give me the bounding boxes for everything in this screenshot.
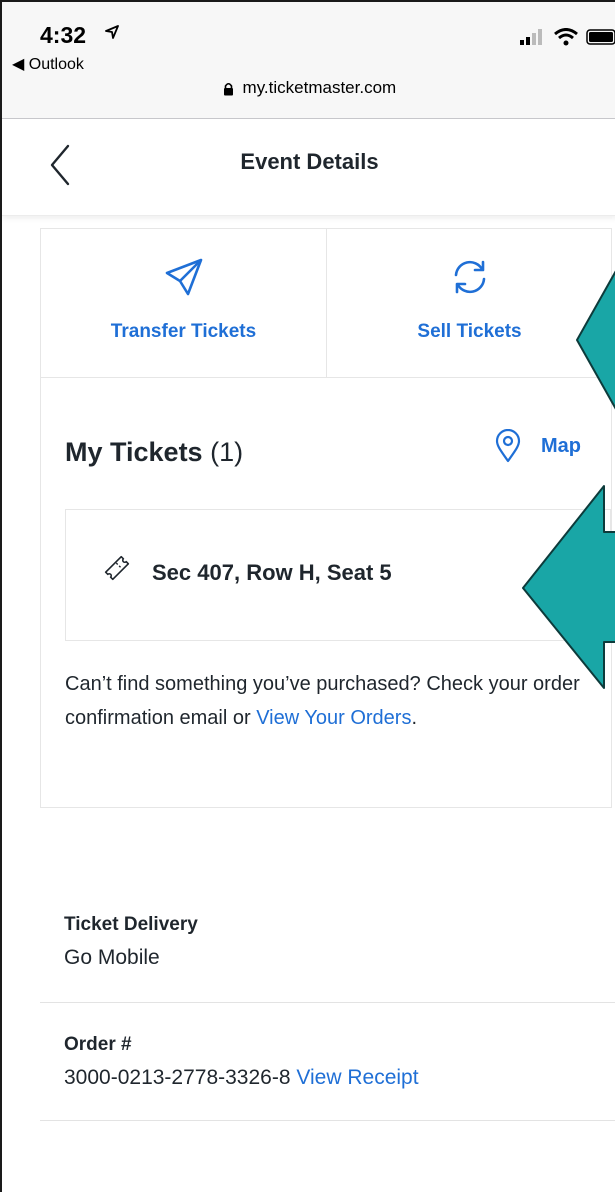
annotation-arrow-bottom <box>522 485 615 689</box>
page-header: Event Details <box>2 119 615 216</box>
order-section: Order # 3000-0213-2778-3326-8 View Recei… <box>64 1034 615 1090</box>
help-text-end: . <box>411 707 418 729</box>
divider <box>40 1002 615 1003</box>
order-value: 3000-0213-2778-3326-8 View Receipt <box>64 1066 615 1090</box>
refresh-cycle-icon <box>454 260 485 294</box>
order-label: Order # <box>64 1034 132 1055</box>
ticket-seat-label: Sec 407, Row H, Seat 5 <box>152 560 392 585</box>
lock-icon <box>223 82 233 96</box>
status-icons <box>520 28 615 46</box>
back-to-app-link[interactable]: ◀ Outlook <box>12 54 84 74</box>
map-link[interactable]: Map <box>495 429 581 463</box>
url-bar[interactable]: my.ticketmaster.com <box>2 78 615 98</box>
view-receipt-link[interactable]: View Receipt <box>296 1066 418 1089</box>
battery-icon <box>586 29 615 45</box>
browser-chrome: 4:32 ◀ Outlook my.ticketmaster.com <box>2 2 615 119</box>
url-text: my.ticketmaster.com <box>242 78 397 97</box>
location-arrow-icon <box>105 25 119 39</box>
ticket-delivery-label: Ticket Delivery <box>64 914 198 935</box>
phone-screen: 4:32 ◀ Outlook my.ticketmaster.com Event… <box>0 0 615 1192</box>
divider <box>40 1120 615 1121</box>
wifi-icon <box>554 28 578 46</box>
annotation-arrow-top <box>576 270 615 410</box>
transfer-tickets-label: Transfer Tickets <box>110 321 257 342</box>
signal-icon <box>520 29 542 45</box>
help-text: Can’t find something you’ve purchased? C… <box>65 667 595 735</box>
map-pin-icon <box>495 429 521 463</box>
page-title: Event Details <box>240 149 379 174</box>
ticket-actions: Transfer Tickets Sell Tickets <box>41 229 611 378</box>
sell-tickets-button[interactable]: Sell Tickets <box>327 229 612 377</box>
view-your-orders-link[interactable]: View Your Orders <box>256 707 411 729</box>
map-label: Map <box>541 434 581 457</box>
ticket-delivery-section: Ticket Delivery Go Mobile <box>64 914 615 970</box>
my-tickets-title: My Tickets <box>65 437 203 467</box>
ticket-icon <box>104 555 130 581</box>
paper-plane-icon <box>165 258 202 296</box>
ticket-delivery-value: Go Mobile <box>64 946 160 969</box>
sell-tickets-label: Sell Tickets <box>417 321 522 342</box>
order-number: 3000-0213-2778-3326-8 <box>64 1066 291 1089</box>
ticket-count: (1) <box>210 437 244 467</box>
my-tickets-heading: My Tickets (1) <box>65 437 243 468</box>
transfer-tickets-button[interactable]: Transfer Tickets <box>41 229 327 377</box>
status-time: 4:32 <box>40 22 87 48</box>
